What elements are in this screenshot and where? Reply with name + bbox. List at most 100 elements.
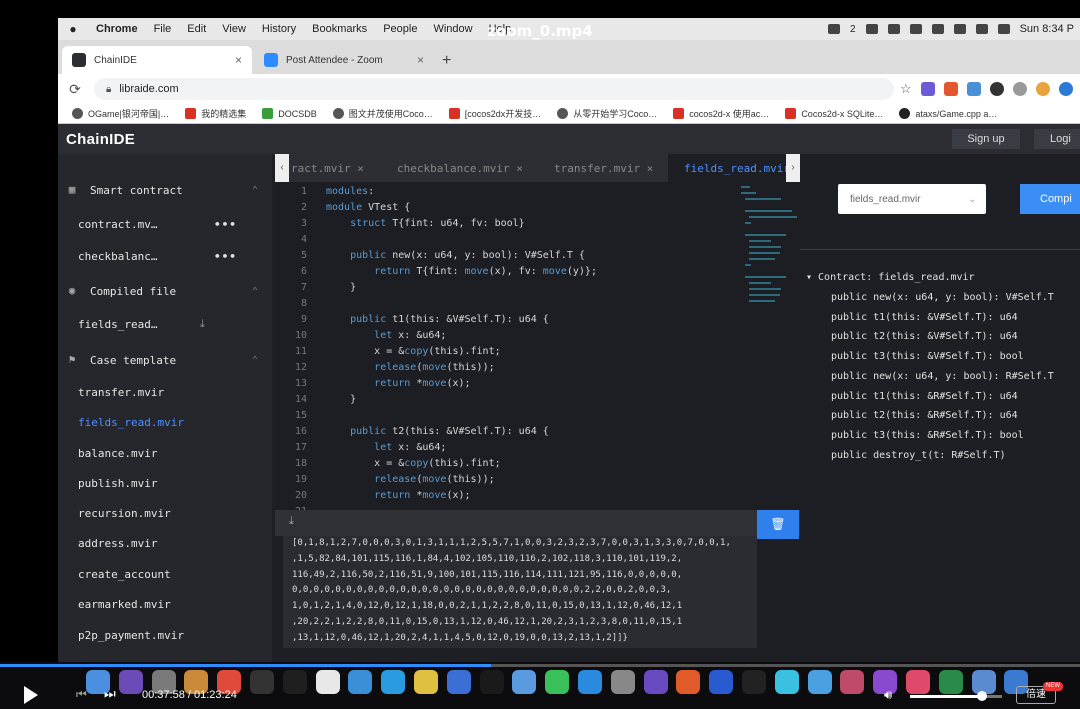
dock-app-icon[interactable] [807,670,832,694]
dock-app-icon[interactable] [676,670,701,694]
tab-chainide[interactable]: ChainIDE × [62,46,252,74]
volume-slider[interactable] [910,691,1002,701]
reload-icon[interactable]: ⟳ [62,81,88,98]
dock-app-icon[interactable] [413,670,438,694]
template-earmarked[interactable]: earmarked.mvir [78,594,258,614]
code-line[interactable]: 16 public t2(this: &V#Self.T): u64 { [275,424,800,440]
login-button[interactable]: Logi [1034,129,1080,149]
contract-function[interactable]: public t3(this: &R#Self.T): bool [831,430,1024,441]
volume-knob[interactable] [976,691,987,701]
code-minimap[interactable] [741,182,797,352]
new-tab-button[interactable]: + [442,52,451,70]
lock-icon[interactable]: 🔒︎ [106,84,111,95]
prev-frame-icon[interactable]: ⏮ [76,687,87,702]
extension-icon[interactable] [1035,82,1050,96]
file-fields-read-compiled[interactable]: fields_read… ⤓ [78,314,258,334]
download-icon[interactable]: ⤓ [200,317,205,331]
code-line[interactable]: 7 } [275,280,800,296]
download-icon[interactable]: ⤓ [289,515,294,528]
dock-app-icon[interactable] [381,670,406,694]
code-line[interactable]: 17 let x: &u64; [275,440,800,456]
scroll-left-icon[interactable]: ‹ [275,154,289,182]
extension-icon[interactable] [920,82,935,96]
bookmark-item[interactable]: DOCSDB [262,108,317,119]
contract-function[interactable]: public t1(this: &V#Self.T): u64 [831,312,1018,323]
code-line[interactable]: 10 let x: &u64; [275,328,800,344]
code-line[interactable]: 3 struct T{fint: u64, fv: bool} [275,216,800,232]
template-publish[interactable]: publish.mvir [78,473,258,493]
dock-app-icon[interactable] [905,670,930,694]
contract-function[interactable]: public t1(this: &R#Self.T): u64 [831,391,1018,402]
bookmark-item[interactable]: ataxs/Game.cpp a… [899,108,997,119]
chevron-up-icon[interactable]: ⌃ [252,185,258,196]
dock-app-icon[interactable] [282,670,307,694]
dock-app-icon[interactable] [709,670,734,694]
bookmark-item[interactable]: OGame|银河帝国|… [72,107,169,120]
extension-icon[interactable] [989,82,1004,96]
contract-title[interactable]: ▾ Contract: fields_read.mvir [806,272,975,283]
template-address[interactable]: address.mvir [78,533,258,553]
code-line[interactable]: 4 [275,232,800,248]
file-checkbalance[interactable]: checkbalanc… ••• [78,246,258,266]
contract-function[interactable]: public t2(this: &V#Self.T): u64 [831,331,1018,342]
file-tab-contract[interactable]: ract.mvir × [291,154,364,182]
profile-avatar[interactable] [1058,82,1073,96]
file-tab-fields-read[interactable]: fields_read.mvir [668,154,790,182]
volume-icon[interactable]: 🔊︎ [884,687,892,703]
signup-button[interactable]: Sign up [952,129,1020,149]
file-contract[interactable]: contract.mv… ••• [78,214,258,234]
dock-app-icon[interactable] [840,670,865,694]
close-icon[interactable]: × [235,53,242,67]
dock-app-icon[interactable] [315,670,340,694]
code-line[interactable]: 13 return *move(x); [275,376,800,392]
star-icon[interactable]: ☆ [900,81,912,97]
code-line[interactable]: 8 [275,296,800,312]
chevron-up-icon[interactable]: ⌃ [252,355,258,366]
dock-app-icon[interactable] [545,670,570,694]
extension-icon[interactable] [966,82,981,96]
file-tab-checkbalance[interactable]: checkbalance.mvir × [397,154,523,182]
code-line[interactable]: 5 public new(x: u64, y: bool): V#Self.T … [275,248,800,264]
bookmark-item[interactable]: 我的精选集 [185,107,246,120]
dock-app-icon[interactable] [479,670,504,694]
dock-app-icon[interactable] [118,670,143,694]
tab-zoom[interactable]: Post Attendee - Zoom × [254,46,434,74]
template-fields-read[interactable]: fields_read.mvir [78,412,258,432]
code-editor[interactable]: 1 modules: 2 module VTest {3 struct T{fint:… [275,182,800,512]
template-balance[interactable]: balance.mvir [78,443,258,463]
template-create-account[interactable]: create_account [78,564,258,584]
section-case-template[interactable]: ⚑ Case template ⌃ [58,348,272,372]
dock-app-icon[interactable] [610,670,635,694]
bookmark-item[interactable]: cocos2d-x 使用ac… [673,107,769,120]
dock-app-icon[interactable] [446,670,471,694]
dock-app-icon[interactable] [938,670,963,694]
compile-button[interactable]: Compi [1020,184,1080,214]
code-line[interactable]: 18 x = &copy(this).fint; [275,456,800,472]
contract-function[interactable]: public destroy_t(t: R#Self.T) [831,450,1006,461]
bookmark-item[interactable]: 从零开始学习Coco… [557,107,657,120]
scroll-right-icon[interactable]: › [786,154,800,182]
template-recursion[interactable]: recursion.mvir [78,503,258,523]
trash-icon[interactable]: 🗑︎ [757,510,799,539]
contract-function[interactable]: public new(x: u64, y: bool): R#Self.T [831,371,1054,382]
more-icon[interactable]: ••• [214,218,237,231]
dock-app-icon[interactable] [774,670,799,694]
bookmark-item[interactable]: [cocos2dx开发技… [448,107,541,120]
code-line[interactable]: 20 return *move(x); [275,488,800,504]
dock-app-icon[interactable] [577,670,602,694]
dock-app-icon[interactable] [643,670,668,694]
template-p2p-payment[interactable]: p2p_payment.mvir [78,625,258,645]
section-smart-contract[interactable]: ▦ Smart contract ⌃ [58,178,272,202]
code-line[interactable]: 2 module VTest { [275,200,800,216]
chevron-up-icon[interactable]: ⌃ [252,286,258,297]
extension-icon[interactable] [943,82,958,96]
template-transfer[interactable]: transfer.mvir [78,382,258,402]
contract-function[interactable]: public t3(this: &V#Self.T): bool [831,351,1024,362]
code-line[interactable]: 11 x = &copy(this).fint; [275,344,800,360]
more-icon[interactable]: ••• [214,250,237,263]
section-compiled-file[interactable]: ◉ Compiled file ⌃ [58,279,272,303]
chainide-logo[interactable]: ChainIDE [66,131,135,148]
extension-icon[interactable] [1012,82,1027,96]
contract-function[interactable]: public t2(this: &R#Self.T): u64 [831,410,1018,421]
code-line[interactable]: 19 release(move(this)); [275,472,800,488]
